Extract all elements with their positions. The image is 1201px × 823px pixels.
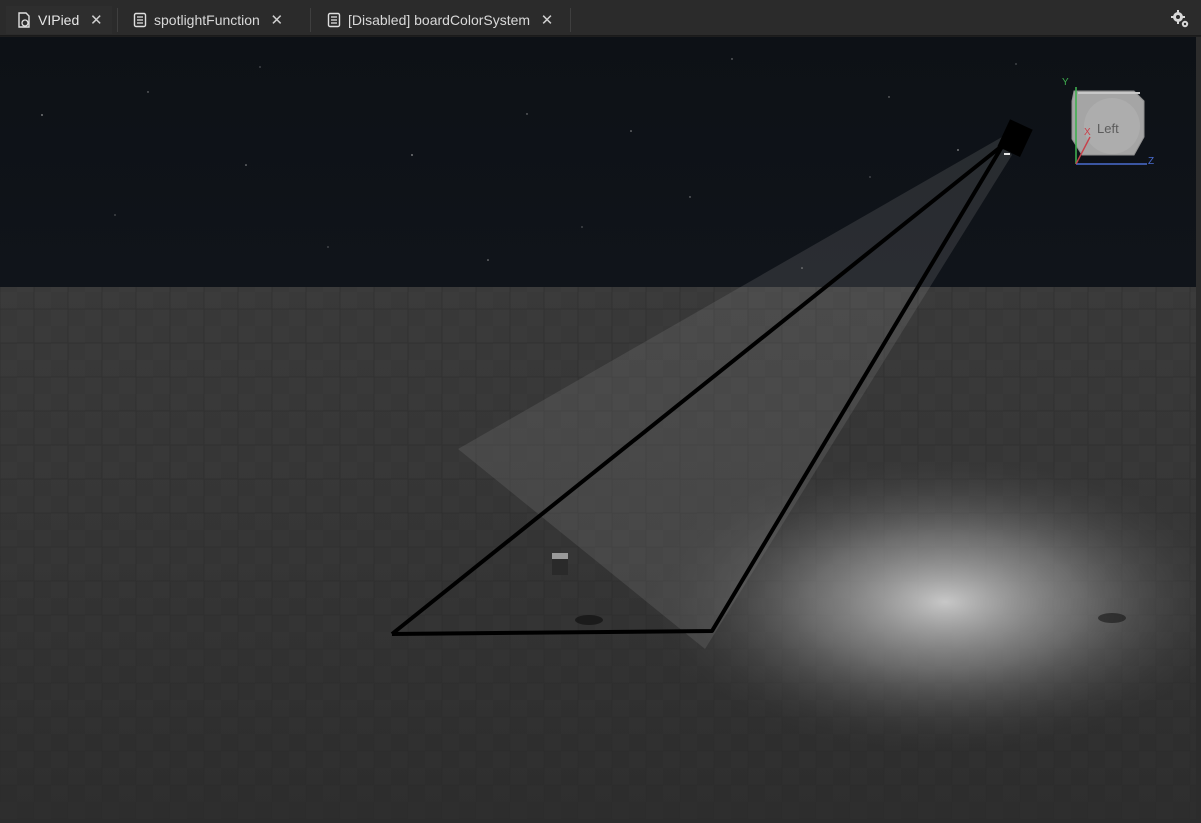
tab-spotlightfunction[interactable]: spotlightFunction ✕ [122,6,307,34]
axis-y-label: Y [1062,77,1069,88]
viewport-scene [0,37,1196,819]
viewport-right-edge [1196,37,1201,819]
axis-z-label: Z [1148,156,1155,167]
tab-label: VIPied [38,12,80,28]
part-cube[interactable] [552,553,568,575]
tab-separator [117,8,118,32]
close-icon[interactable]: ✕ [540,12,554,29]
object-shadow [575,615,603,625]
tab-boardcolorsystem[interactable]: [Disabled] boardColorSystem ✕ [316,6,570,34]
tab-separator [310,8,311,32]
sky [0,37,1196,287]
tab-label: [Disabled] boardColorSystem [348,12,531,28]
tab-label: spotlightFunction [154,12,260,28]
close-icon[interactable]: ✕ [270,12,284,29]
settings-button[interactable] [1169,8,1191,30]
view-cube[interactable]: Left Y X Z [1060,77,1160,169]
script-document-icon [16,12,32,28]
close-icon[interactable]: ✕ [89,12,103,29]
gear-settings-icon [1171,10,1189,28]
document-icon [326,12,342,28]
tab-vipied[interactable]: VIPied ✕ [6,6,112,34]
view-cube-face-label: Left [1097,121,1119,136]
document-icon [132,12,148,28]
axis-x-label: X [1084,127,1091,138]
tab-separator [570,8,571,32]
object-shadow [1098,613,1126,623]
viewport-bottom-edge [0,819,1201,823]
3d-viewport[interactable]: Left Y X Z [0,37,1196,819]
tab-bar: VIPied ✕ spotlightFunction ✕ [Disabled] … [0,0,1201,36]
